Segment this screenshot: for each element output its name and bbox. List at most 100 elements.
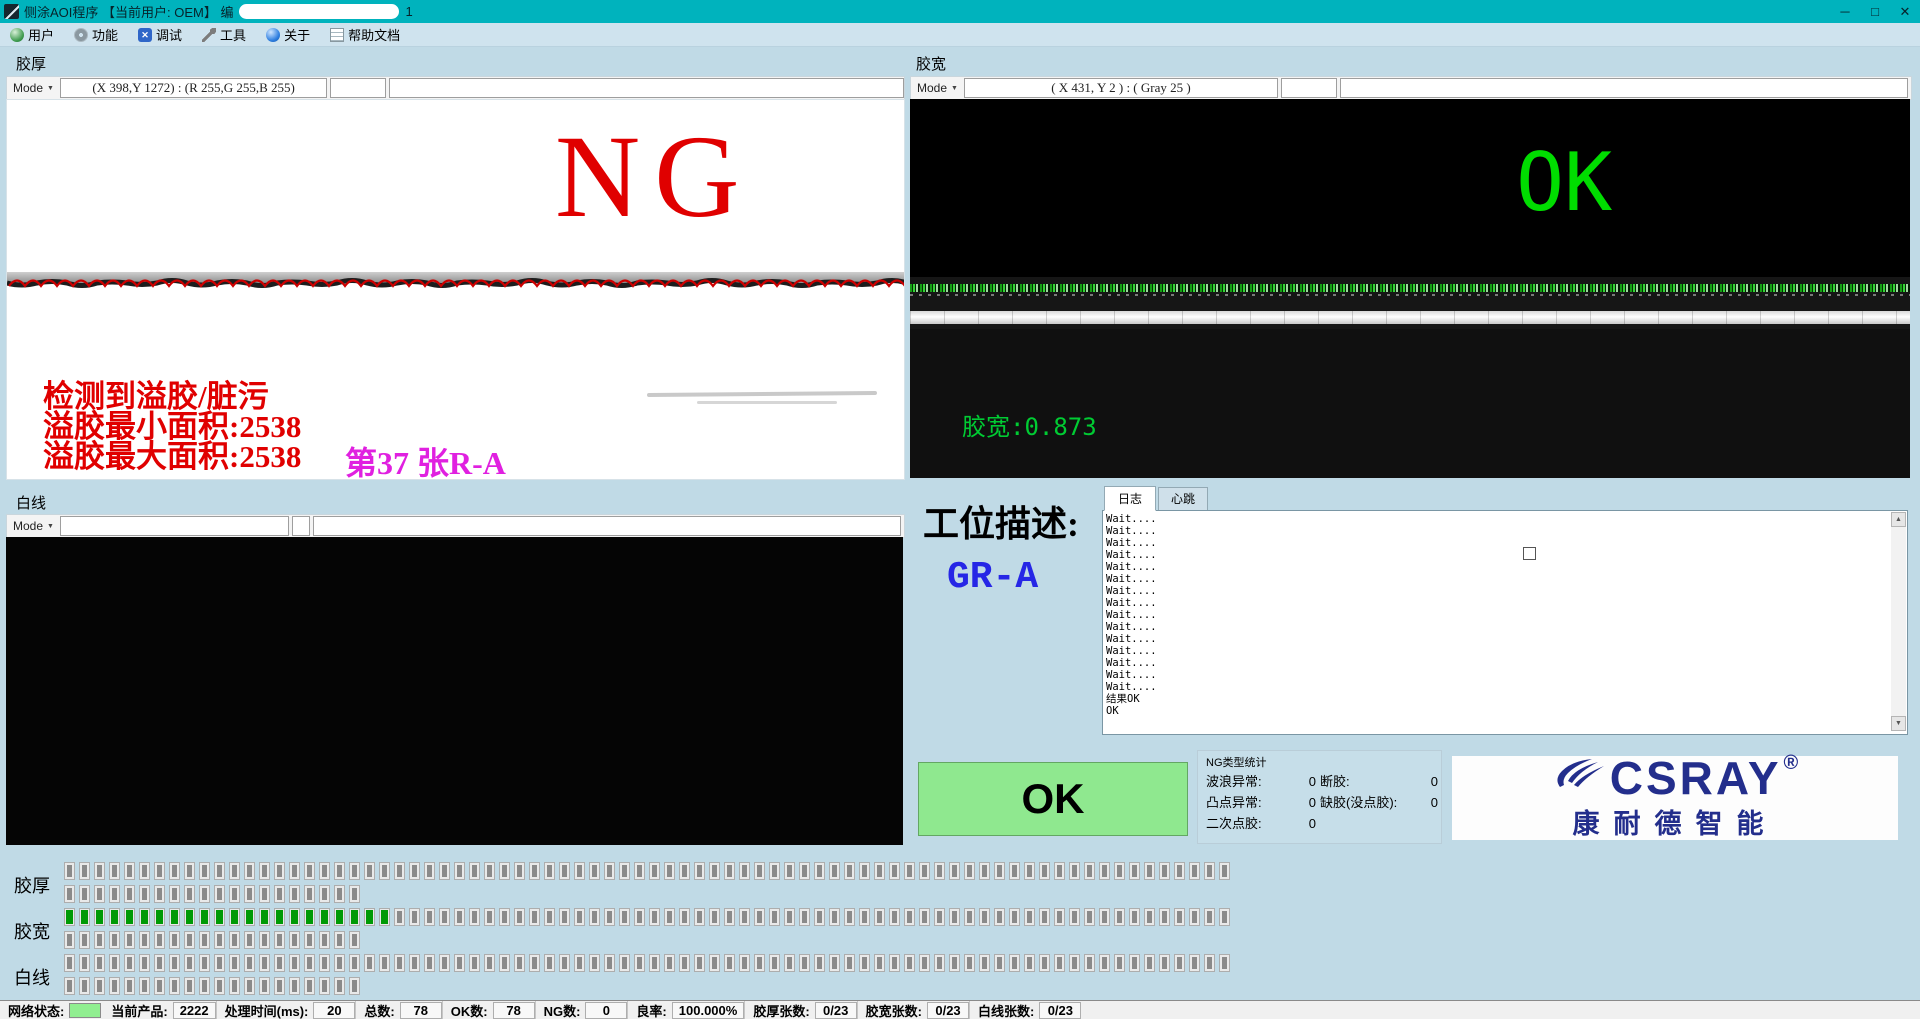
grid-cell — [949, 908, 960, 926]
status-label: 胶厚张数: — [744, 1001, 814, 1019]
grid-cell — [1009, 908, 1020, 926]
grid-cell — [319, 862, 330, 880]
log-checkbox[interactable] — [1523, 547, 1536, 560]
thickness-toolbar: Mode ▼ (X 398,Y 1272) : (R 255,G 255,B 2… — [6, 76, 905, 100]
grid-cell — [139, 977, 150, 995]
grid-cell — [184, 954, 195, 972]
result-ok-button[interactable]: OK — [918, 762, 1188, 836]
grid-cell — [244, 908, 255, 926]
grid-cell — [334, 954, 345, 972]
user-icon — [10, 28, 24, 42]
grid-row — [64, 954, 1230, 974]
grid-cell — [109, 908, 120, 926]
help-icon — [330, 28, 344, 42]
width-toolbar: Mode ▼ ( X 431, Y 2 ) : ( Gray 25 ) — [910, 76, 1912, 100]
thickness-mode-dropdown[interactable]: Mode ▼ — [7, 77, 60, 99]
minimize-button[interactable]: ─ — [1830, 4, 1860, 19]
grid-cell — [1024, 862, 1035, 880]
log-scrollbar[interactable]: ▲ ▼ — [1891, 512, 1906, 731]
grid-cell — [814, 862, 825, 880]
thickness-field-3 — [389, 78, 904, 98]
brand-subtitle: 康耐德智能 — [1573, 802, 1778, 841]
log-line: Wait.... — [1106, 645, 1889, 657]
close-button[interactable]: ✕ — [1890, 4, 1920, 20]
grid-cell — [334, 931, 345, 949]
menu-bar: 用户 功能调试工具关于帮助文档 — [0, 23, 1920, 47]
tab-heartbeat[interactable]: 心跳 — [1158, 487, 1208, 511]
grid-cell — [1204, 908, 1215, 926]
menu-item-debug[interactable]: 调试 — [128, 23, 192, 46]
whiteline-mode-dropdown[interactable]: Mode ▼ — [7, 515, 60, 537]
grid-cell — [364, 908, 375, 926]
ng-stats-right: 断胶:0缺胶(没点胶):0 — [1320, 771, 1438, 813]
title-bar: 侧涂AOI程序 【当前用户: OEM】 编 1 ─ □ ✕ — [0, 0, 1920, 23]
grid-cell — [439, 908, 450, 926]
menu-item-user[interactable]: 用户 — [0, 23, 64, 46]
grid-cell — [964, 908, 975, 926]
log-line: Wait.... — [1106, 681, 1889, 693]
whiteline-field-3 — [313, 516, 901, 536]
grid-cell — [1024, 908, 1035, 926]
grid-cell — [334, 862, 345, 880]
grid-cell — [814, 908, 825, 926]
grid-cell — [244, 862, 255, 880]
brand-name: CSRAY — [1610, 755, 1782, 801]
grid-cell — [154, 908, 165, 926]
grid-cell — [304, 908, 315, 926]
debug-icon — [138, 28, 152, 42]
grid-cell — [199, 885, 210, 903]
grid-cell — [274, 908, 285, 926]
grid-cell — [169, 954, 180, 972]
swoosh-icon — [1552, 757, 1608, 793]
grid-cell — [874, 954, 885, 972]
grid-cell — [724, 954, 735, 972]
scroll-down-icon[interactable]: ▼ — [1891, 716, 1906, 731]
whiteline-image-view[interactable] — [6, 537, 903, 845]
glue-line-bands — [910, 277, 1910, 329]
grid-row — [64, 862, 1230, 882]
grid-cell — [1129, 862, 1140, 880]
status-value: 78 — [400, 1002, 442, 1019]
menu-item-help[interactable]: 帮助文档 — [320, 23, 410, 46]
grid-cell — [889, 862, 900, 880]
grid-cell — [199, 931, 210, 949]
grid-cell — [274, 885, 285, 903]
tab-log[interactable]: 日志 — [1104, 486, 1156, 511]
grid-cell — [349, 885, 360, 903]
log-line: Wait.... — [1106, 657, 1889, 669]
grid-cell — [364, 954, 375, 972]
grid-cell — [754, 862, 765, 880]
menu-item-about[interactable]: 关于 — [256, 23, 320, 46]
grid-cell — [754, 954, 765, 972]
grid-cell — [949, 862, 960, 880]
grid-cell — [739, 908, 750, 926]
grid-cell — [349, 977, 360, 995]
grid-cell — [64, 908, 75, 926]
grid-cell — [979, 908, 990, 926]
menu-item-tools[interactable]: 工具 — [192, 23, 256, 46]
log-content[interactable]: Wait....Wait....Wait....Wait....Wait....… — [1102, 510, 1908, 735]
status-value: 0/23 — [1039, 1002, 1081, 1019]
scroll-up-icon[interactable]: ▲ — [1891, 512, 1906, 527]
application-window: 侧涂AOI程序 【当前用户: OEM】 编 1 ─ □ ✕ 用户 功能调试工具关于… — [0, 0, 1920, 1019]
grid-cell — [1189, 862, 1200, 880]
width-mode-dropdown[interactable]: Mode ▼ — [911, 77, 964, 99]
width-image-view[interactable]: OK 胶宽:0.873 — [910, 99, 1910, 478]
log-line: Wait.... — [1106, 549, 1889, 561]
grid-cell — [589, 954, 600, 972]
grid-cell — [889, 954, 900, 972]
grid-cell — [979, 954, 990, 972]
grid-cell — [124, 885, 135, 903]
thickness-image-view[interactable]: NG 检测到溢胶/脏污 溢胶最小面积:2538 溢胶最大面积:2538 第37 … — [6, 99, 905, 480]
grid-cell — [1189, 954, 1200, 972]
grid-cell — [1174, 908, 1185, 926]
grid-cell — [274, 862, 285, 880]
log-line: Wait.... — [1106, 537, 1889, 549]
menu-item-label: 功能 — [92, 25, 118, 44]
menu-item-features[interactable]: 功能 — [64, 23, 128, 46]
network-status-label: 网络状态: — [0, 1001, 69, 1019]
grid-cell — [1054, 908, 1065, 926]
status-label: 处理时间(ms): — [216, 1001, 314, 1019]
maximize-button[interactable]: □ — [1860, 4, 1890, 19]
grid-cell — [1069, 862, 1080, 880]
